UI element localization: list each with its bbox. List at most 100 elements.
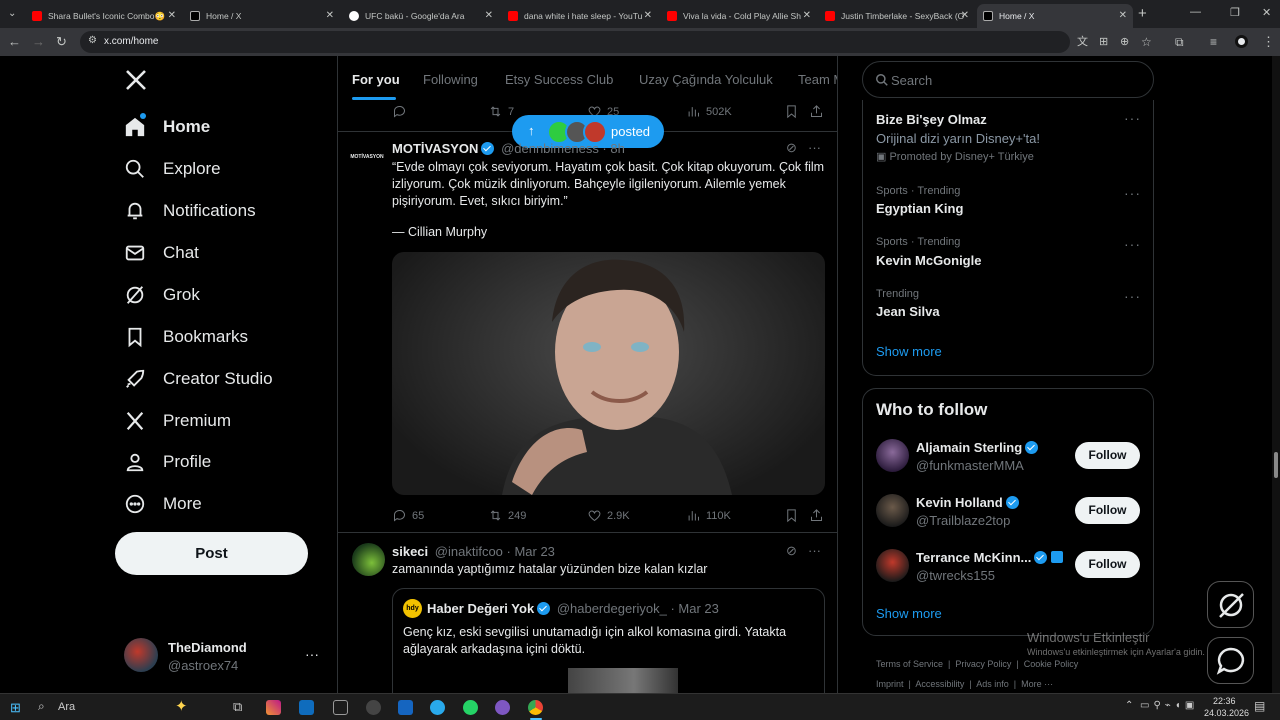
close-icon[interactable]: ✕: [961, 10, 969, 21]
sidebar-item-notifications[interactable]: Notifications: [124, 196, 256, 226]
views-button[interactable]: 110K: [686, 508, 731, 523]
retweet-button[interactable]: 249: [488, 508, 526, 523]
messages-float-button[interactable]: [1207, 637, 1254, 684]
zoom-icon[interactable]: ⊕: [1120, 34, 1129, 50]
tab-list-icon[interactable]: ⌄: [8, 8, 16, 19]
profile-avatar[interactable]: [1235, 35, 1248, 48]
tray-chevron-icon[interactable]: ⌃: [1125, 700, 1133, 711]
grok-icon[interactable]: ⊘: [786, 140, 797, 156]
close-icon[interactable]: ✕: [1119, 10, 1127, 21]
browser-tab[interactable]: dana white i hate sleep - YouTu ✕: [502, 4, 658, 28]
tweet-photo[interactable]: [392, 252, 825, 495]
sidebar-item-home[interactable]: Home: [124, 112, 210, 142]
trello-icon[interactable]: [398, 700, 413, 715]
tweet-author-name[interactable]: MOTİVASYON: [392, 141, 478, 156]
app-icon[interactable]: [495, 700, 510, 715]
browser-tab[interactable]: Home / X ✕: [184, 4, 340, 28]
clock-date[interactable]: 24.03.2026: [1204, 708, 1249, 718]
search-icon[interactable]: ⌕: [38, 699, 45, 714]
reading-list-icon[interactable]: ≡: [1210, 34, 1217, 50]
search-input[interactable]: Search: [862, 61, 1154, 98]
windows-start-icon[interactable]: ⊞: [10, 700, 21, 716]
star-icon[interactable]: ☆: [1141, 34, 1152, 50]
footer-link[interactable]: Ads info: [976, 679, 1009, 689]
clock-time[interactable]: 22:36: [1213, 696, 1236, 706]
browser-tab[interactable]: UFC bakü - Google'da Ara ✕: [343, 4, 499, 28]
close-window-icon[interactable]: ✕: [1262, 6, 1271, 19]
more-dots-icon[interactable]: ···: [808, 543, 821, 558]
x-logo-icon[interactable]: [124, 68, 148, 97]
address-bar[interactable]: ⚙ x.com/home: [80, 31, 1070, 53]
follow-suggestion-name[interactable]: Kevin Holland: [916, 495, 1019, 510]
chrome-icon[interactable]: [528, 700, 543, 715]
sidebar-item-more[interactable]: More: [124, 489, 202, 519]
forward-icon[interactable]: →: [32, 34, 45, 50]
app-icon[interactable]: [333, 700, 348, 715]
bookmark-button[interactable]: [784, 508, 804, 523]
tweet[interactable]: sikeci @inaktifcoo · Mar 23 ⊘ ··· zamanı…: [338, 533, 837, 693]
footer-link[interactable]: Accessibility: [915, 679, 964, 689]
menu-icon[interactable]: ⋮: [1262, 34, 1275, 50]
tab-etsy-success-club[interactable]: Etsy Success Club: [505, 72, 613, 87]
taskbar-search[interactable]: Ara: [58, 701, 75, 713]
sidebar-item-explore[interactable]: Explore: [124, 154, 221, 184]
close-icon[interactable]: ✕: [803, 10, 811, 21]
whatsapp-icon[interactable]: [463, 700, 478, 715]
follow-suggestion-name[interactable]: Terrance McKinn...: [916, 550, 1064, 565]
follow-button[interactable]: Follow: [1075, 551, 1140, 578]
extensions-icon[interactable]: ⧉: [1175, 34, 1184, 50]
more-dots-icon[interactable]: ···: [1124, 236, 1141, 252]
sidebar-item-chat[interactable]: Chat: [124, 238, 199, 268]
outlook-icon[interactable]: [299, 700, 314, 715]
tab-following[interactable]: Following: [423, 72, 478, 87]
tweet[interactable]: MOTİVASYON MOTİVASYON @dennbimeness · 8h…: [338, 132, 837, 532]
browser-tab[interactable]: Justin Timberlake - SexyBack (O ✕: [819, 4, 975, 28]
tweet-author-handle[interactable]: @dennbimeness · 8h: [501, 141, 625, 156]
scrollbar[interactable]: [1272, 56, 1280, 693]
more-dots-icon[interactable]: ···: [1124, 185, 1141, 201]
post-button[interactable]: Post: [115, 532, 308, 575]
reload-icon[interactable]: ↻: [56, 34, 67, 50]
grok-float-button[interactable]: [1207, 581, 1254, 628]
sidebar-item-grok[interactable]: Grok: [124, 280, 200, 310]
sidebar-item-profile[interactable]: Profile: [124, 447, 211, 477]
instagram-icon[interactable]: [266, 700, 281, 715]
more-dots-icon[interactable]: ···: [1124, 110, 1141, 126]
back-icon[interactable]: ←: [8, 34, 21, 50]
account-switcher[interactable]: TheDiamond @astroex74 ···: [124, 638, 324, 674]
app-icon[interactable]: [366, 700, 381, 715]
bookmark-button[interactable]: [784, 104, 804, 119]
tab-team[interactable]: Team M: [798, 72, 837, 87]
sidebar-item-bookmarks[interactable]: Bookmarks: [124, 322, 248, 352]
browser-tab[interactable]: Shara Bullet's Iconic Combo😳 ✕: [26, 4, 182, 28]
avatar[interactable]: [876, 439, 909, 472]
show-more-link[interactable]: Show more: [876, 606, 942, 621]
widgets-icon[interactable]: ✦: [175, 697, 188, 715]
avatar[interactable]: [876, 549, 909, 582]
minimize-icon[interactable]: —: [1190, 6, 1201, 18]
share-button[interactable]: [809, 104, 829, 119]
retweet-button[interactable]: 7: [488, 104, 514, 119]
reply-button[interactable]: 65: [392, 508, 424, 523]
browser-tab-active[interactable]: Home / X ✕: [977, 4, 1133, 28]
close-icon[interactable]: ✕: [485, 10, 493, 21]
more-dots-icon[interactable]: ···: [1124, 288, 1141, 304]
views-button[interactable]: 502K: [686, 104, 732, 119]
show-more-link[interactable]: Show more: [876, 344, 942, 359]
promo-title[interactable]: Bize Bi'şey Olmaz: [876, 112, 987, 127]
notification-center-icon[interactable]: ▤: [1254, 699, 1265, 713]
follow-button[interactable]: Follow: [1075, 497, 1140, 524]
footer-link[interactable]: Cookie Policy: [1024, 659, 1079, 669]
trend-name[interactable]: Kevin McGonigle: [876, 253, 981, 268]
follow-button[interactable]: Follow: [1075, 442, 1140, 469]
new-tab-button[interactable]: +: [1138, 5, 1147, 22]
tab-uzay-caginda-yolculuk[interactable]: Uzay Çağında Yolculuk: [639, 72, 773, 87]
reply-button[interactable]: [392, 104, 412, 119]
more-dots-icon[interactable]: ···: [305, 646, 319, 662]
footer-link[interactable]: Privacy Policy: [955, 659, 1011, 669]
footer-link[interactable]: Imprint: [876, 679, 904, 689]
close-icon[interactable]: ✕: [168, 10, 176, 21]
browser-tab[interactable]: Viva la vida - Cold Play Allie Sh ✕: [661, 4, 817, 28]
quoted-tweet[interactable]: hdy Haber Değeri Yok @haberdegeriyok_ · …: [392, 588, 825, 693]
avatar[interactable]: [876, 494, 909, 527]
